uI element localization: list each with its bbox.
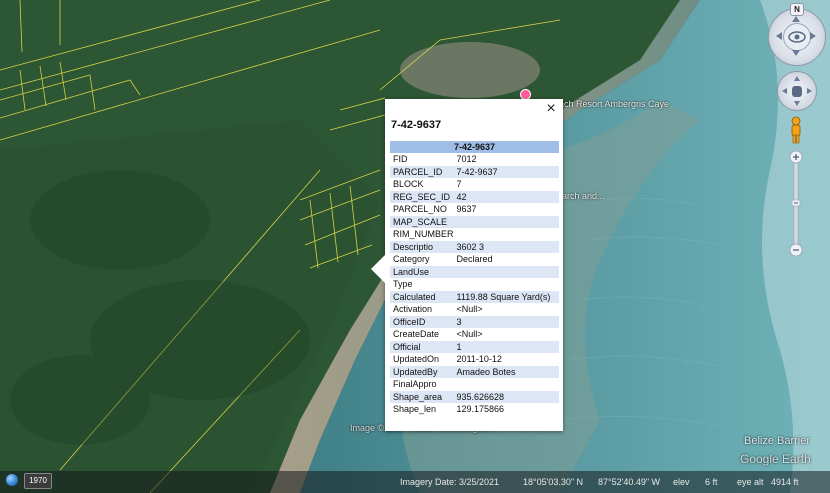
elevation-value: 6 ft bbox=[705, 477, 718, 487]
attr-key: LandUse bbox=[390, 265, 454, 278]
table-row: BLOCK 7 bbox=[390, 178, 559, 191]
table-row: PARCEL_NO 9637 bbox=[390, 203, 559, 216]
attr-value: 7012 bbox=[456, 154, 477, 165]
attr-key: FID bbox=[393, 154, 408, 165]
eye-alt-value: 4914 ft bbox=[771, 477, 799, 487]
attr-value: 7-42-9637 bbox=[453, 165, 559, 178]
attr-key: Shape_area bbox=[390, 390, 454, 403]
attr-value: <Null> bbox=[456, 304, 483, 315]
attribute-table: 7-42-9637 FID 7012 PARCEL_ID 7-42-9637 BLO… bbox=[390, 141, 559, 416]
popup-pointer bbox=[371, 255, 385, 283]
table-row: FID 7012 bbox=[390, 153, 559, 166]
longitude-readout: 87°52'40.49" W bbox=[598, 477, 661, 487]
attr-key: OfficeID bbox=[390, 315, 454, 328]
attr-value: 9637 bbox=[456, 204, 477, 215]
eye-alt-label: eye alt bbox=[737, 477, 764, 487]
attr-value: Declared bbox=[456, 254, 493, 265]
feature-info-popup: × 7-42-9637 7-42-9637 FID 7012 PARCEL_ID 7… bbox=[371, 99, 563, 431]
attr-key: Activation bbox=[393, 304, 433, 315]
zoom-slider[interactable] bbox=[789, 150, 803, 258]
attr-key: REG_SEC_ID bbox=[390, 190, 454, 203]
attr-value bbox=[453, 265, 559, 278]
table-row: Type bbox=[390, 278, 559, 291]
table-row: Category Declared bbox=[390, 253, 559, 266]
table-row: UpdatedBy Amadeo Botes bbox=[390, 365, 559, 378]
attr-key: PARCEL_ID bbox=[390, 165, 454, 178]
attr-value bbox=[454, 228, 559, 241]
place-label-arch[interactable]: arch and... bbox=[562, 191, 605, 201]
close-icon[interactable]: × bbox=[543, 100, 559, 118]
popup-title: 7-42-9637 bbox=[391, 119, 442, 131]
status-bar: Imagery Date: 3/25/2021 18°05'03.30" N 8… bbox=[0, 471, 830, 493]
attr-key: BLOCK bbox=[393, 179, 424, 190]
hand-icon bbox=[782, 76, 812, 106]
attr-key: RIM_NUMBER bbox=[393, 229, 454, 240]
table-row: Activation <Null> bbox=[390, 303, 559, 316]
globe-icon[interactable] bbox=[6, 474, 18, 486]
attr-key: CreateDate bbox=[393, 329, 440, 340]
attr-key: Calculated bbox=[390, 290, 454, 303]
attr-key: Category bbox=[393, 254, 430, 265]
attr-value: 1 bbox=[453, 340, 559, 353]
table-row: Shape_area 935.626628 bbox=[390, 390, 559, 403]
attr-value bbox=[453, 215, 559, 228]
pegman-icon[interactable] bbox=[789, 116, 803, 144]
table-row: MAP_SCALE bbox=[390, 215, 559, 228]
table-row: REG_SEC_ID 42 bbox=[390, 190, 559, 203]
attr-value: <Null> bbox=[456, 329, 483, 340]
elevation-label: elev bbox=[673, 477, 690, 487]
table-row: UpdatedOn 2011-10-12 bbox=[390, 353, 559, 366]
attr-value: 935.626628 bbox=[453, 390, 559, 403]
table-row: Descriptio 3602 3 bbox=[390, 240, 559, 253]
historical-imagery-year[interactable]: 1970 bbox=[24, 473, 52, 489]
imagery-date: Imagery Date: 3/25/2021 bbox=[400, 477, 500, 487]
table-row: LandUse bbox=[390, 265, 559, 278]
attr-value: 1119.88 Square Yard(s) bbox=[453, 290, 559, 303]
table-header: 7-42-9637 bbox=[390, 141, 559, 153]
table-row: Official 1 bbox=[390, 340, 559, 353]
table-row: Calculated 1119.88 Square Yard(s) bbox=[390, 290, 559, 303]
table-row: CreateDate <Null> bbox=[390, 328, 559, 341]
table-row: RIM_NUMBER bbox=[390, 228, 559, 241]
table-row: FinalAppro bbox=[390, 378, 559, 391]
attr-key: Type bbox=[393, 279, 413, 290]
attr-value bbox=[454, 278, 559, 291]
attr-value: 129.175866 bbox=[456, 404, 505, 415]
attr-value: 2011-10-12 bbox=[456, 354, 502, 365]
attr-value: 3602 3 bbox=[453, 240, 559, 253]
look-arrows-icon bbox=[776, 16, 816, 56]
attr-key: UpdatedOn bbox=[393, 354, 440, 365]
attr-value: 3 bbox=[453, 315, 559, 328]
attr-value: 7 bbox=[456, 179, 462, 190]
attr-value bbox=[454, 378, 559, 391]
attr-key: PARCEL_NO bbox=[393, 204, 447, 215]
move-joystick-icon[interactable] bbox=[777, 71, 817, 111]
table-row: Shape_len 129.175866 bbox=[390, 403, 559, 416]
region-label: Belize Barrier bbox=[744, 435, 811, 447]
attr-key: MAP_SCALE bbox=[390, 215, 454, 228]
latitude-readout: 18°05'03.30" N bbox=[523, 477, 584, 487]
attr-key: Shape_len bbox=[393, 404, 437, 415]
attr-value: Amadeo Botes bbox=[453, 365, 559, 378]
attr-key: Descriptio bbox=[390, 240, 454, 253]
table-row: OfficeID 3 bbox=[390, 315, 559, 328]
google-earth-watermark: Google Earth bbox=[740, 452, 811, 466]
attr-value: 42 bbox=[453, 190, 559, 203]
attr-key: UpdatedBy bbox=[390, 365, 454, 378]
attr-key: FinalAppro bbox=[393, 379, 437, 390]
attr-key: Official bbox=[390, 340, 454, 353]
table-row: PARCEL_ID 7-42-9637 bbox=[390, 165, 559, 178]
